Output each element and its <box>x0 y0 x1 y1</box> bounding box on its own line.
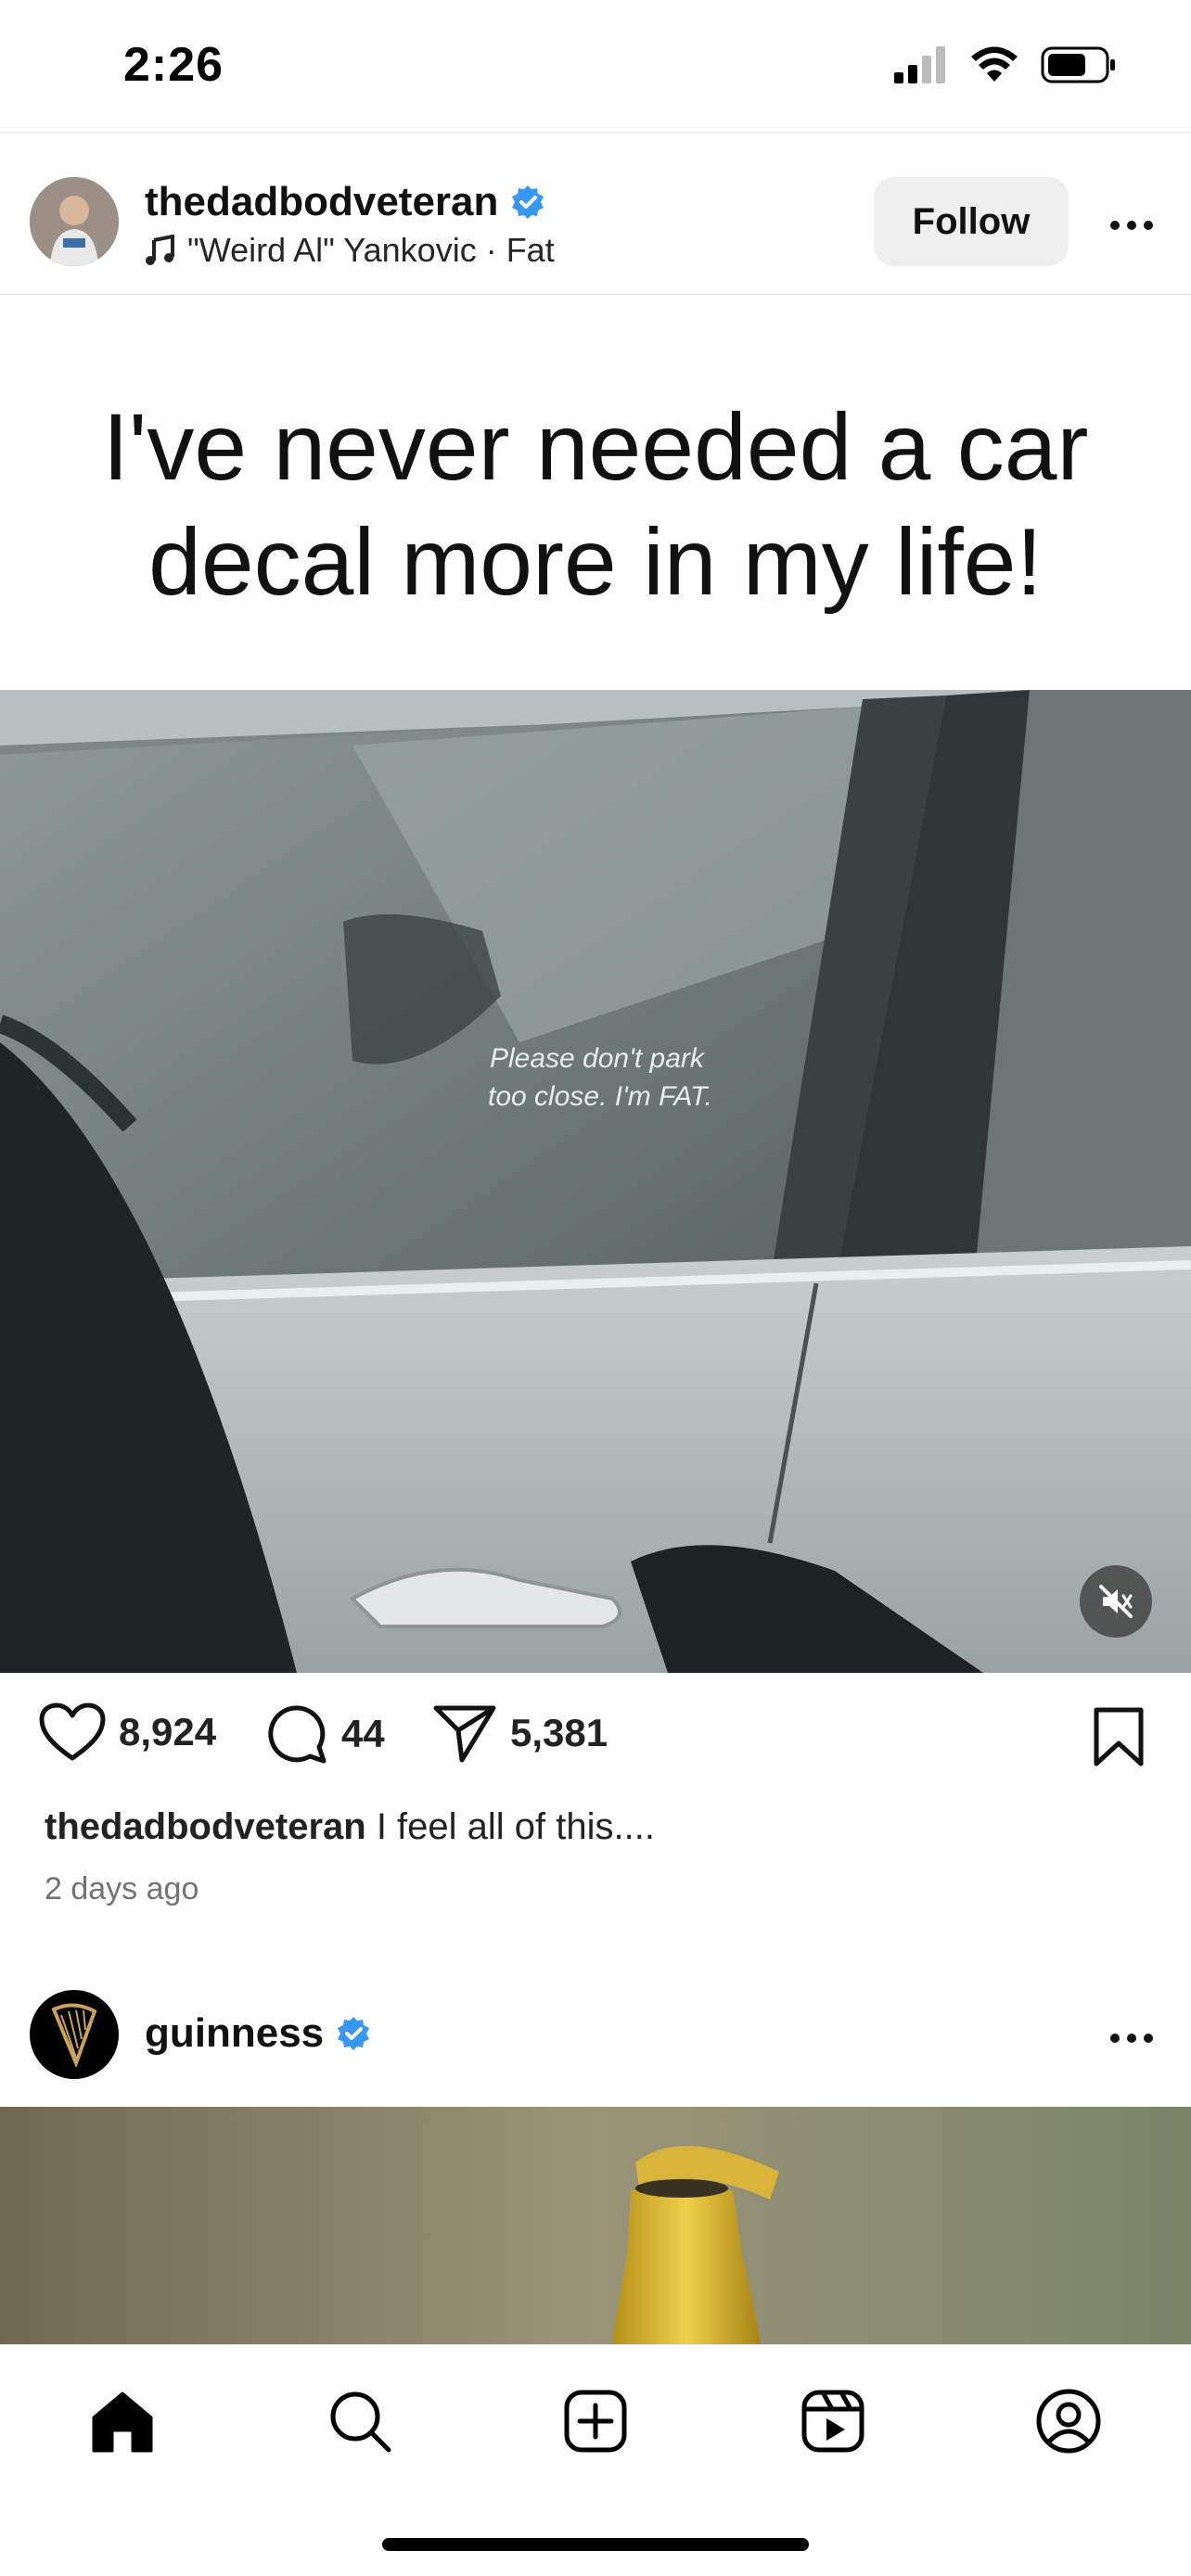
heart-icon[interactable] <box>39 1702 106 1762</box>
comment-icon[interactable] <box>265 1702 328 1766</box>
next-post-media[interactable] <box>0 2107 1191 2344</box>
decal-line-1: Please don't park <box>490 1043 706 1074</box>
home-indicator <box>382 2538 809 2551</box>
caption-username[interactable]: thedadbodveteran <box>45 1806 366 1847</box>
post-caption: thedadbodveteran I feel all of this.... <box>45 1806 655 1848</box>
speaker-muted-icon <box>1099 1585 1133 1618</box>
next-post-username[interactable]: guinness <box>145 2010 324 2057</box>
avatar[interactable] <box>30 177 119 266</box>
decal-line-2: too close. I'm FAT. <box>488 1081 712 1112</box>
headline-line-2: decal more in my life! <box>148 509 1043 615</box>
cellular-signal-icon <box>894 46 945 83</box>
verified-badge-icon <box>512 185 544 219</box>
bookmark-icon[interactable] <box>1091 1706 1146 1772</box>
status-icons <box>894 46 1117 83</box>
comment-action[interactable]: 44 <box>265 1702 385 1766</box>
guinness-avatar[interactable] <box>30 1990 119 2079</box>
share-action[interactable]: 5,381 <box>432 1702 608 1764</box>
bottom-tab-bar <box>0 2344 1191 2576</box>
like-count: 8,924 <box>119 1710 217 1753</box>
status-bar: 2:26 <box>0 0 1191 130</box>
post-actions: 8,924 44 5,381 <box>0 1702 1191 1777</box>
verified-badge-icon <box>338 2017 370 2050</box>
audio-row[interactable]: "Weird Al" Yankovic · Fat <box>145 231 555 270</box>
headline-line-1: I've never needed a car <box>102 394 1089 500</box>
post-header: thedadbodveteran "Weird Al" Yankovic · F… <box>0 132 1191 295</box>
audio-label: "Weird Al" Yankovic · Fat <box>187 231 555 269</box>
bottle-image <box>0 2107 1191 2344</box>
more-options-icon[interactable] <box>1104 198 1159 253</box>
post-username[interactable]: thedadbodveteran <box>145 179 498 225</box>
like-action[interactable]: 8,924 <box>39 1702 216 1762</box>
search-icon[interactable] <box>321 2382 399 2460</box>
post-video[interactable]: Please don't park too close. I'm FAT. <box>0 690 1191 1673</box>
music-note-icon <box>146 235 174 265</box>
wifi-icon <box>971 46 1018 82</box>
mute-toggle-button[interactable] <box>1080 1565 1152 1638</box>
battery-icon <box>1041 46 1115 83</box>
car-image: Please don't park too close. I'm FAT. <box>0 690 1191 1673</box>
post-timestamp: 2 days ago <box>45 1871 199 1906</box>
status-time: 2:26 <box>123 38 224 92</box>
create-icon[interactable] <box>557 2382 634 2460</box>
harp-logo-icon <box>51 2003 97 2067</box>
follow-button[interactable]: Follow <box>874 177 1069 266</box>
reels-icon[interactable] <box>794 2382 872 2460</box>
next-post-header: guinness <box>0 1984 1191 2107</box>
next-username-row[interactable]: guinness <box>145 2010 372 2057</box>
caption-text: I feel all of this.... <box>365 1806 655 1847</box>
share-count: 5,381 <box>510 1711 608 1754</box>
home-icon[interactable] <box>83 2382 161 2460</box>
share-icon[interactable] <box>432 1702 497 1764</box>
username-row[interactable]: thedadbodveteran <box>145 179 546 225</box>
comment-count: 44 <box>341 1712 385 1755</box>
profile-icon[interactable] <box>1030 2382 1108 2460</box>
more-options-icon[interactable] <box>1104 2010 1159 2066</box>
post-headline: I've never needed a car decal more in my… <box>0 389 1191 619</box>
